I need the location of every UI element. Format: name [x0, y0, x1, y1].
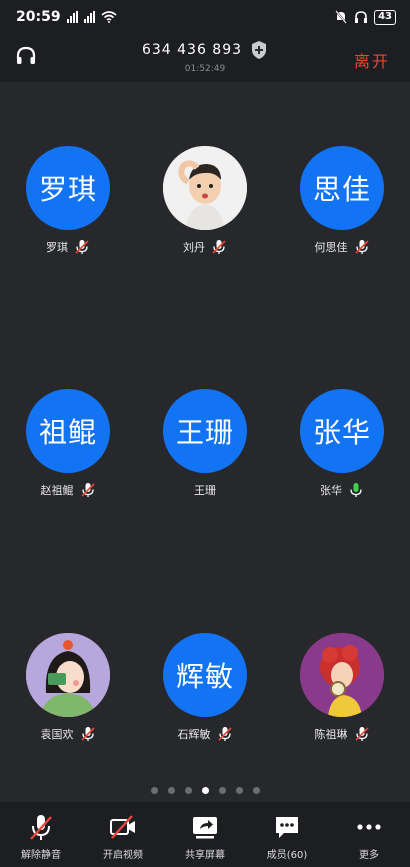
page-dot[interactable] [150, 787, 158, 794]
participant-name: 袁国欢 [40, 728, 74, 741]
bottom-toolbar: 解除静音 开启视频 共享屏幕 成员(60) 更多 [0, 802, 410, 867]
participant-tile[interactable]: 王珊 王珊 [137, 389, 273, 509]
unmute-button[interactable]: 解除静音 [1, 812, 81, 861]
battery-indicator: 43 [374, 9, 396, 25]
participant-tile[interactable]: 陈祖琳 [274, 633, 410, 753]
woman-illustration-image [300, 633, 384, 717]
avatar: 思佳 [300, 146, 384, 230]
muted-mic-icon [80, 727, 95, 741]
video-off-icon [110, 815, 135, 839]
shield-icon [252, 41, 267, 59]
page-indicator[interactable] [0, 787, 410, 794]
participant-tile[interactable]: 祖鲲 赵祖鲲 [0, 389, 136, 509]
members-label: 成员(60) [266, 850, 308, 861]
page-dot[interactable] [184, 787, 192, 794]
signal-icon [66, 11, 78, 23]
more-dots-icon [357, 824, 381, 830]
participant-name: 陈祖琳 [314, 728, 348, 741]
meeting-timer: 01:52:49 [184, 64, 226, 74]
share-screen-icon [193, 817, 217, 839]
participant-name: 何思佳 [314, 241, 348, 254]
participant-name: 赵祖鲲 [40, 484, 74, 497]
avatar: 祖鲲 [26, 389, 110, 473]
silent-bell-icon [335, 10, 347, 24]
avatar-photo [300, 633, 384, 717]
muted-mic-icon [80, 483, 95, 497]
share-screen-label: 共享屏幕 [185, 850, 225, 861]
muted-mic-icon [354, 240, 369, 254]
meeting-id: 634 436 893 [141, 42, 243, 58]
participant-tile[interactable]: 张华 张华 [274, 389, 410, 509]
page-dot-active[interactable] [201, 787, 209, 794]
more-button[interactable]: 更多 [329, 812, 409, 861]
participant-tile[interactable]: 辉敏 石辉敏 [137, 633, 273, 753]
participant-tile[interactable]: 罗琪 罗琪 [0, 146, 136, 266]
boy-photo-image [163, 146, 247, 230]
avatar-photo [26, 633, 110, 717]
share-screen-button[interactable]: 共享屏幕 [165, 812, 245, 861]
signal-icon-2 [83, 11, 95, 23]
active-mic-icon [350, 483, 362, 497]
avatar-photo [163, 146, 247, 230]
meeting-header: 634 436 893 01:52:49 离开 [0, 34, 410, 82]
participant-tile[interactable]: 袁国欢 [0, 633, 136, 753]
muted-mic-icon [354, 727, 369, 741]
unmute-label: 解除静音 [21, 850, 61, 861]
start-video-label: 开启视频 [103, 850, 143, 861]
participant-name: 罗琪 [46, 241, 68, 254]
muted-mic-icon [30, 815, 52, 840]
avatar: 辉敏 [163, 633, 247, 717]
muted-mic-icon [217, 727, 232, 741]
muted-mic-icon [212, 240, 226, 254]
muted-mic-icon [75, 240, 89, 254]
girl-illustration-image [26, 633, 110, 717]
participant-name: 王珊 [194, 484, 216, 497]
status-time: 20:59 [16, 9, 61, 25]
page-dot[interactable] [235, 787, 243, 794]
participant-grid: 罗琪 罗琪 刘丹 思佳 何思佳 祖鲲 赵祖鲲 王珊 王珊 张华 张华 袁国欢 辉… [0, 82, 410, 802]
participant-tile[interactable]: 思佳 何思佳 [274, 146, 410, 266]
participant-name: 张华 [320, 484, 342, 497]
members-chat-icon [276, 817, 298, 838]
page-dot[interactable] [167, 787, 175, 794]
meeting-id-row[interactable]: 634 436 893 [0, 40, 410, 60]
start-video-button[interactable]: 开启视频 [83, 812, 163, 861]
members-button[interactable]: 成员(60) [247, 812, 327, 861]
avatar: 王珊 [163, 389, 247, 473]
participant-name: 刘丹 [183, 241, 205, 254]
more-label: 更多 [359, 850, 379, 861]
status-bar: 20:59 43 [0, 0, 410, 34]
avatar: 张华 [300, 389, 384, 473]
wifi-icon [101, 11, 117, 23]
avatar: 罗琪 [26, 146, 110, 230]
participant-name: 石辉敏 [177, 728, 211, 741]
participant-tile[interactable]: 刘丹 [137, 146, 273, 266]
page-dot[interactable] [252, 787, 260, 794]
page-dot[interactable] [218, 787, 226, 794]
leave-button[interactable]: 离开 [354, 48, 390, 72]
headphones-status-icon [355, 11, 368, 23]
